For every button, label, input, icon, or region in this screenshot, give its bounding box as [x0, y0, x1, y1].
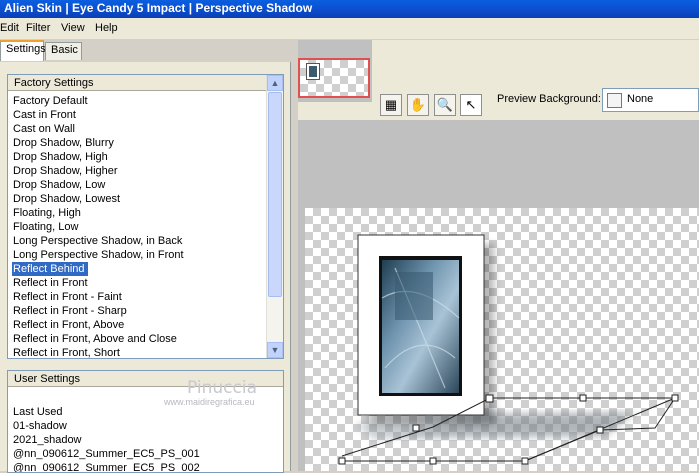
- preview-background-label: Preview Background:: [497, 93, 601, 105]
- list-item[interactable]: Drop Shadow, High: [12, 150, 187, 164]
- list-item[interactable]: Reflect in Front, Above: [12, 318, 187, 332]
- thumbnail-frame: [306, 63, 320, 80]
- thumbnail-image: [309, 66, 317, 77]
- list-item[interactable]: 2021_shadow: [12, 433, 203, 447]
- factory-settings-list[interactable]: Factory Settings Factory Default Cast in …: [7, 74, 284, 359]
- preview-canvas[interactable]: Pinuccia www.maidiregrafica.eu: [164, 208, 699, 471]
- menu-view[interactable]: View: [61, 22, 85, 34]
- list-item[interactable]: Floating, Low: [12, 220, 187, 234]
- preview-toggle-icon: ▦: [384, 97, 398, 112]
- list-item[interactable]: Drop Shadow, Lowest: [12, 192, 187, 206]
- list-item[interactable]: Reflect in Front - Faint: [12, 290, 187, 304]
- watermark-name: Pinuccia: [187, 378, 257, 398]
- list-item[interactable]: Drop Shadow, Low: [12, 178, 187, 192]
- scroll-up-button[interactable]: ▲: [267, 75, 283, 91]
- list-item[interactable]: Drop Shadow, Higher: [12, 164, 187, 178]
- hand-tool-button[interactable]: ✋: [407, 94, 429, 116]
- tab-settings[interactable]: Settings: [0, 40, 46, 61]
- list-item[interactable]: @nn_090612_Summer_EC5_PS_002: [12, 461, 203, 472]
- menu-edit[interactable]: Edit: [0, 22, 19, 34]
- user-settings-rows: Last Used 01-shadow 2021_shadow @nn_090612_…: [12, 405, 203, 472]
- background-swatch-icon: [607, 93, 622, 108]
- list-item[interactable]: Reflect in Front: [12, 276, 187, 290]
- list-item[interactable]: Long Perspective Shadow, in Back: [12, 234, 187, 248]
- preview-background-value: None: [627, 93, 654, 105]
- scroll-down-button[interactable]: ▼: [267, 342, 283, 358]
- title-bar: Alien Skin | Eye Candy 5 Impact | Perspe…: [0, 0, 699, 18]
- menu-bar: Edit Filter View Help: [0, 18, 699, 39]
- list-item[interactable]: 01-shadow: [12, 419, 203, 433]
- factory-scrollbar[interactable]: ▲ ▼: [266, 75, 283, 358]
- list-item[interactable]: Drop Shadow, Blurry: [12, 136, 187, 150]
- preview-background-select[interactable]: None: [602, 88, 699, 112]
- list-item[interactable]: Reflect Behind: [12, 262, 88, 276]
- left-panel: Factory Settings Factory Default Cast in …: [0, 62, 291, 473]
- zoom-tool-button[interactable]: 🔍: [434, 94, 456, 116]
- right-area: ▦ ✋ 🔍 ↖ Preview Background: None Pinucci…: [164, 40, 699, 471]
- preview-artwork: [338, 234, 679, 465]
- preview-toggle-button[interactable]: ▦: [380, 94, 402, 116]
- list-item[interactable]: @nn_090612_Summer_EC5_PS_001: [12, 447, 203, 461]
- list-item[interactable]: Cast on Wall: [12, 122, 187, 136]
- list-item[interactable]: Factory Default: [12, 94, 187, 108]
- watermark-site: www.maidiregrafica.eu: [164, 397, 255, 407]
- navigator-thumbnail[interactable]: [298, 58, 370, 98]
- list-item[interactable]: Cast in Front: [12, 108, 187, 122]
- arrow-tool-button[interactable]: ↖: [460, 94, 482, 116]
- preview-pane[interactable]: Pinuccia www.maidiregrafica.eu: [164, 120, 699, 471]
- picture-frame: [357, 234, 494, 424]
- zoom-icon: 🔍: [436, 97, 454, 112]
- list-item[interactable]: Floating, High: [12, 206, 187, 220]
- window-title: Alien Skin | Eye Candy 5 Impact | Perspe…: [4, 1, 313, 15]
- list-item[interactable]: Reflect in Front - Sharp: [12, 304, 187, 318]
- thumbnail-strip: [298, 40, 372, 102]
- list-item[interactable]: Reflect in Front, Short: [12, 346, 187, 358]
- list-item[interactable]: Long Perspective Shadow, in Front: [12, 248, 187, 262]
- menu-filter[interactable]: Filter: [26, 22, 50, 34]
- factory-settings-header: Factory Settings: [8, 75, 283, 91]
- settings-tabs: Settings Basic: [0, 40, 290, 62]
- arrow-icon: ↖: [465, 97, 477, 112]
- tab-basic[interactable]: Basic: [45, 42, 82, 60]
- menu-help[interactable]: Help: [95, 22, 118, 34]
- list-item[interactable]: Last Used: [12, 405, 203, 419]
- list-item[interactable]: Reflect in Front, Above and Close: [12, 332, 187, 346]
- factory-settings-rows: Factory Default Cast in Front Cast on Wall…: [12, 94, 187, 358]
- scroll-thumb[interactable]: [268, 92, 282, 297]
- hand-icon: ✋: [409, 97, 427, 112]
